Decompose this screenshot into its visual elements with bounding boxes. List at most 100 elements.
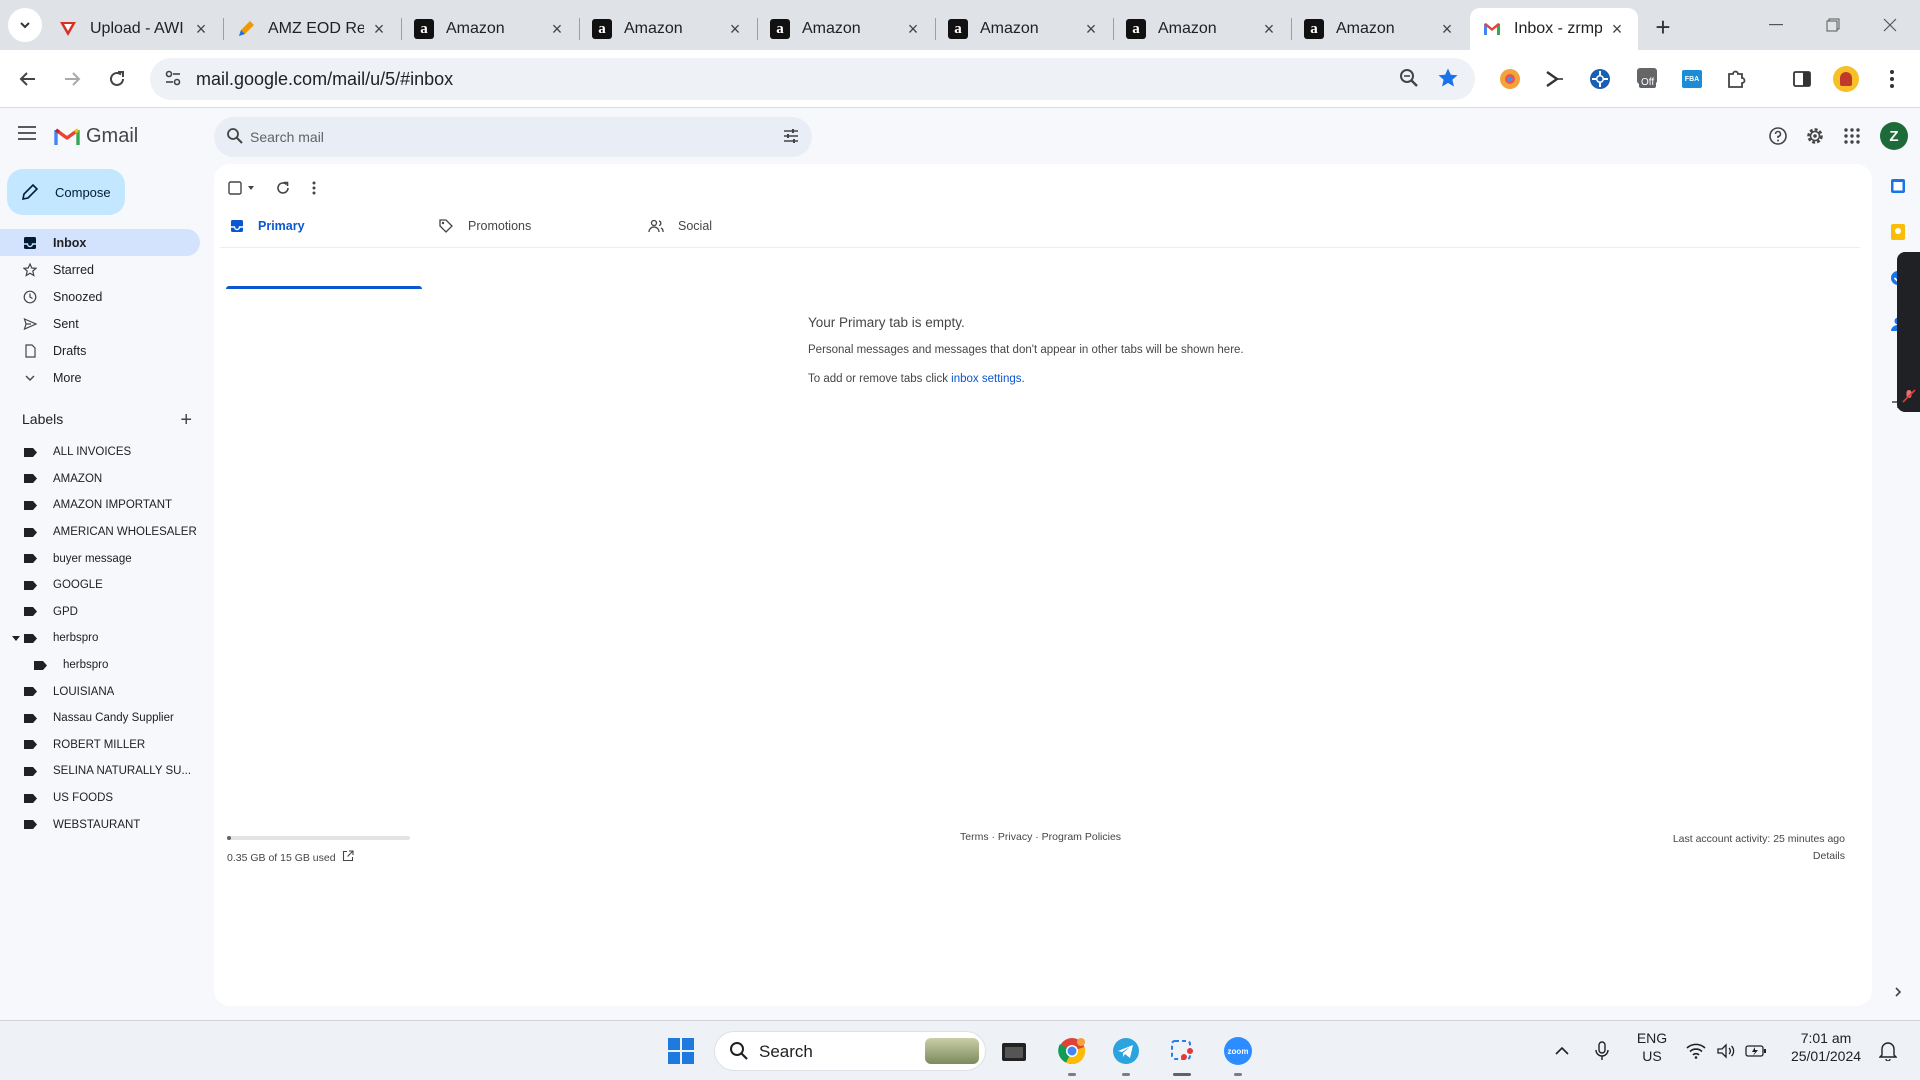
clock[interactable]: 7:01 am 25/01/2024 xyxy=(1778,1029,1874,1065)
new-tab-button[interactable]: + xyxy=(1648,12,1678,42)
tab-search-button[interactable] xyxy=(8,8,42,42)
label-item[interactable]: ROBERT MILLER xyxy=(0,732,200,759)
sublabel-item[interactable]: herbspro xyxy=(0,652,200,679)
zoom-icon[interactable]: zoom xyxy=(1222,1035,1254,1067)
browser-tab[interactable]: a Amazon × xyxy=(402,8,578,50)
notification-bell-icon[interactable] xyxy=(1872,1035,1904,1067)
label-item[interactable]: LOUISIANA xyxy=(0,678,200,705)
main-menu-icon[interactable] xyxy=(18,126,36,145)
calendar-icon[interactable] xyxy=(1888,176,1908,196)
tab-social[interactable]: Social xyxy=(648,204,712,248)
close-icon[interactable]: × xyxy=(548,19,566,39)
label-item[interactable]: GOOGLE xyxy=(0,572,200,599)
tray-chevron-up-icon[interactable] xyxy=(1546,1035,1578,1067)
label-item[interactable]: US FOODS xyxy=(0,785,200,812)
extension-off-badge-icon[interactable]: Off xyxy=(1634,65,1662,93)
close-icon[interactable]: × xyxy=(1608,19,1626,39)
label-item[interactable]: ALL INVOICES xyxy=(0,439,200,466)
windows-start-icon[interactable] xyxy=(665,1035,697,1067)
label-item[interactable]: AMERICAN WHOLESALER xyxy=(0,519,200,546)
browser-tab[interactable]: a Amazon × xyxy=(758,8,934,50)
more-options-button[interactable] xyxy=(312,181,316,195)
footer-links[interactable]: Terms · Privacy · Program Policies xyxy=(960,831,1121,843)
nav-item-starred[interactable]: Starred xyxy=(0,256,200,283)
file-explorer-icon[interactable] xyxy=(998,1035,1030,1067)
browser-tab[interactable]: a Amazon × xyxy=(936,8,1112,50)
restore-button[interactable] xyxy=(1813,10,1853,40)
browser-menu-icon[interactable] xyxy=(1878,65,1906,93)
close-icon[interactable]: × xyxy=(726,19,744,39)
forward-button[interactable] xyxy=(56,63,88,95)
telegram-icon[interactable] xyxy=(1110,1035,1142,1067)
extension-blue-gear-icon[interactable] xyxy=(1586,65,1614,93)
close-icon[interactable]: × xyxy=(370,19,388,39)
browser-tab-active[interactable]: Inbox - zrmp × xyxy=(1470,8,1638,50)
label-item-expandable[interactable]: herbspro xyxy=(0,625,200,652)
browser-tab[interactable]: Upload - AWI × xyxy=(46,8,222,50)
volume-icon[interactable] xyxy=(1710,1035,1742,1067)
extension-fba-icon[interactable]: FBA xyxy=(1678,65,1706,93)
language-indicator[interactable]: ENG US xyxy=(1630,1029,1674,1065)
search-options-icon[interactable] xyxy=(782,127,800,150)
taskbar-search[interactable]: Search xyxy=(714,1031,986,1071)
microphone-icon[interactable] xyxy=(1586,1035,1618,1067)
zoom-icon[interactable] xyxy=(1399,68,1419,93)
settings-gear-icon[interactable] xyxy=(1803,124,1827,148)
browser-tab[interactable]: a Amazon × xyxy=(1114,8,1290,50)
extension-arrow-icon[interactable] xyxy=(1540,65,1568,93)
label-item[interactable]: WEBSTAURANT xyxy=(0,811,200,838)
search-icon[interactable] xyxy=(226,127,244,150)
close-icon[interactable]: × xyxy=(1260,19,1278,39)
extension-chrome-ball-icon[interactable] xyxy=(1496,65,1524,93)
bookmark-star-icon[interactable] xyxy=(1437,67,1459,94)
open-external-icon[interactable] xyxy=(342,850,354,865)
create-label-button[interactable]: + xyxy=(180,410,192,430)
refresh-button[interactable] xyxy=(276,181,290,195)
browser-tab[interactable]: a Amazon × xyxy=(580,8,756,50)
details-link[interactable]: Details xyxy=(1673,848,1845,865)
browser-tab[interactable]: a Amazon × xyxy=(1292,8,1468,50)
account-avatar[interactable]: Z xyxy=(1880,122,1908,150)
close-window-button[interactable] xyxy=(1870,10,1910,40)
chrome-icon[interactable] xyxy=(1056,1035,1088,1067)
close-icon[interactable]: × xyxy=(192,19,210,39)
label-item[interactable]: Nassau Candy Supplier xyxy=(0,705,200,732)
nav-item-inbox[interactable]: Inbox xyxy=(0,229,200,256)
gmail-logo[interactable]: Gmail xyxy=(54,125,138,148)
label-item[interactable]: AMAZON xyxy=(0,466,200,493)
caret-down-icon[interactable] xyxy=(12,635,20,641)
label-item[interactable]: buyer message xyxy=(0,545,200,572)
help-icon[interactable] xyxy=(1766,124,1790,148)
tab-promotions[interactable]: Promotions xyxy=(438,204,531,248)
label-item[interactable]: AMAZON IMPORTANT xyxy=(0,492,200,519)
label-item[interactable]: SELINA NATURALLY SU... xyxy=(0,758,200,785)
back-button[interactable] xyxy=(12,63,44,95)
search-bar[interactable] xyxy=(214,117,812,157)
wifi-icon[interactable] xyxy=(1680,1035,1712,1067)
minimize-button[interactable] xyxy=(1756,10,1796,40)
select-all-checkbox[interactable] xyxy=(228,181,256,195)
close-icon[interactable]: × xyxy=(1082,19,1100,39)
search-input[interactable] xyxy=(250,125,730,149)
address-bar[interactable]: mail.google.com/mail/u/5/#inbox xyxy=(150,58,1475,100)
close-icon[interactable]: × xyxy=(904,19,922,39)
chevron-right-icon[interactable] xyxy=(1888,982,1908,1002)
side-panel-icon[interactable] xyxy=(1788,65,1816,93)
inbox-settings-link[interactable]: inbox settings xyxy=(951,373,1021,385)
profile-avatar-icon[interactable] xyxy=(1832,65,1860,93)
apps-grid-icon[interactable] xyxy=(1840,124,1864,148)
tab-primary[interactable]: Primary xyxy=(230,204,305,248)
compose-button[interactable]: Compose xyxy=(7,169,125,215)
keep-icon[interactable] xyxy=(1888,222,1908,242)
extensions-puzzle-icon[interactable] xyxy=(1722,65,1750,93)
floating-widget[interactable] xyxy=(1897,252,1920,412)
label-item[interactable]: GPD xyxy=(0,599,200,626)
reload-button[interactable] xyxy=(101,63,133,95)
close-icon[interactable]: × xyxy=(1438,19,1456,39)
nav-item-snoozed[interactable]: Snoozed xyxy=(0,283,200,310)
nav-item-sent[interactable]: Sent xyxy=(0,310,200,337)
browser-tab[interactable]: AMZ EOD Re × xyxy=(224,8,400,50)
nav-item-drafts[interactable]: Drafts xyxy=(0,337,200,364)
site-info-icon[interactable] xyxy=(164,69,182,92)
battery-icon[interactable] xyxy=(1740,1035,1772,1067)
